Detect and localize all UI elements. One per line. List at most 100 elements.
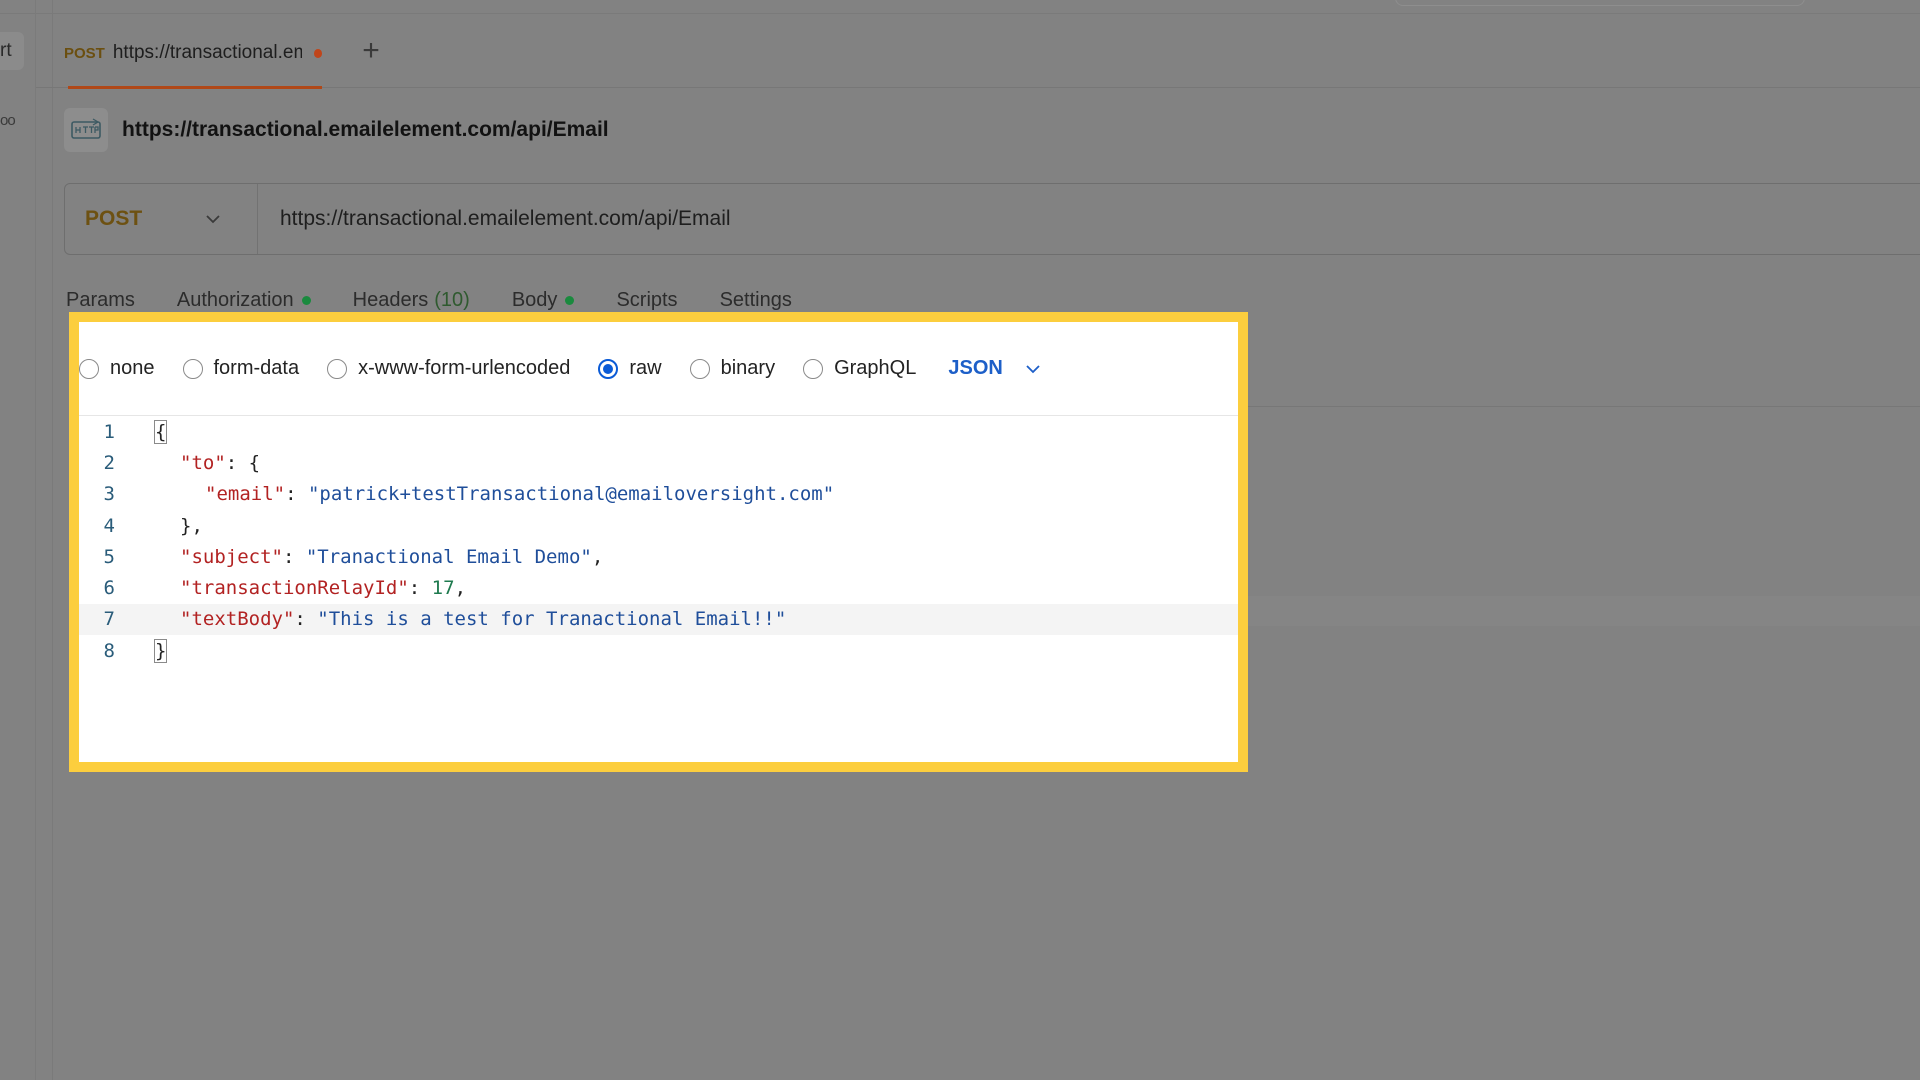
code-text: }: [135, 638, 168, 663]
url-input[interactable]: [258, 207, 1858, 231]
radio-raw[interactable]: [598, 358, 619, 379]
body-editor-highlight: none form-data x-www-form-urlencoded raw…: [69, 312, 1248, 772]
tab-scripts[interactable]: Scripts: [616, 289, 677, 312]
tab-url-label: https://transactional.emailelement.com/a…: [112, 42, 302, 63]
tab-headers-label: Headers: [352, 288, 429, 311]
tab-params[interactable]: Params: [66, 289, 135, 312]
previous-tab-fragment[interactable]: rt: [0, 32, 24, 70]
json-string: "Tranactional Email Demo": [305, 545, 592, 568]
matched-brace: {: [153, 419, 168, 444]
request-tab-strip: POST https://transactional.emailelement.…: [36, 18, 1920, 89]
json-punct: :: [408, 577, 432, 600]
body-mode-none-label: none: [110, 357, 155, 379]
code-text: },: [135, 515, 203, 537]
json-punct: },: [180, 514, 203, 537]
radio-graphql[interactable]: [803, 358, 824, 379]
tab-headers[interactable]: Headers (10): [353, 289, 470, 312]
line-number: 4: [103, 514, 115, 537]
tab-method-label: POST: [64, 44, 105, 62]
code-text: "email": "patrick+testTransactional@emai…: [135, 483, 834, 505]
tab-authorization[interactable]: Authorization: [177, 289, 311, 312]
body-mode-selector: none form-data x-www-form-urlencoded raw…: [79, 322, 1238, 416]
body-mode-graphql-label: GraphQL: [834, 357, 917, 379]
method-label: POST: [85, 207, 143, 230]
http-request-icon: [64, 108, 108, 152]
line-number: 1: [103, 420, 115, 443]
code-line: 1 {: [79, 416, 1238, 447]
unsaved-changes-dot: [313, 48, 322, 58]
tab-authorization-label: Authorization: [176, 288, 294, 311]
more-options-icon[interactable]: oo: [0, 112, 16, 129]
code-line: 5 "subject": "Tranactional Email Demo",: [79, 541, 1238, 572]
json-punct: :: [282, 545, 306, 568]
json-string: "This is a test for Tranactional Email!!…: [317, 608, 787, 631]
json-key: "transactionRelayId": [180, 577, 409, 600]
body-mode-form-data[interactable]: form-data: [182, 357, 300, 380]
json-punct: : {: [225, 451, 261, 474]
json-key: "to": [180, 451, 226, 474]
top-strip: [0, 0, 1920, 14]
body-mode-graphql[interactable]: GraphQL: [803, 357, 916, 380]
code-line: 4 },: [79, 510, 1238, 541]
code-text: "subject": "Tranactional Email Demo",: [135, 546, 603, 568]
body-mode-raw-label: raw: [629, 357, 662, 379]
line-number: 7: [103, 608, 115, 631]
radio-binary[interactable]: [689, 358, 710, 379]
json-key: "email": [205, 483, 286, 506]
code-editor[interactable]: 1 { 2 "to": { 3 "email": "patrick+testTr…: [79, 416, 1238, 666]
sidebar-divider: [52, 0, 53, 1080]
code-line: 3 "email": "patrick+testTransactional@em…: [79, 479, 1238, 510]
url-bar: POST: [64, 183, 1920, 255]
auth-status-dot: [301, 295, 311, 305]
body-language-label: JSON: [948, 357, 1003, 379]
code-line-current: 7 "textBody": "This is a test for Tranac…: [79, 603, 1238, 636]
headers-count-badge: (10): [434, 288, 470, 311]
previous-tab-label: rt: [0, 40, 12, 61]
json-punct: ,: [591, 545, 604, 568]
current-line-highlight-extension: [1246, 596, 1920, 626]
matched-brace: }: [153, 638, 168, 663]
json-number: 17: [431, 577, 455, 600]
radio-form-data[interactable]: [182, 358, 203, 379]
line-number: 2: [103, 451, 115, 474]
tab-body-label: Body: [511, 288, 558, 311]
code-text: "transactionRelayId": 17,: [135, 577, 466, 599]
chevron-down-icon: [206, 215, 220, 224]
json-string: "patrick+testTransactional@emailoversigh…: [307, 483, 835, 506]
code-line: 6 "transactionRelayId": 17,: [79, 572, 1238, 603]
body-language-dropdown[interactable]: JSON: [948, 357, 1040, 380]
body-status-dot: [565, 295, 575, 305]
tab-body[interactable]: Body: [511, 288, 575, 326]
code-text: "to": {: [135, 452, 260, 474]
body-mode-form-data-label: form-data: [213, 357, 300, 379]
json-punct: :: [294, 608, 318, 631]
line-number: 3: [103, 483, 115, 506]
tab-settings[interactable]: Settings: [720, 289, 792, 312]
radio-urlencoded[interactable]: [327, 358, 348, 379]
body-mode-raw[interactable]: raw: [598, 357, 662, 380]
method-dropdown[interactable]: POST: [65, 184, 258, 254]
line-number: 6: [103, 577, 115, 600]
new-tab-button[interactable]: +: [354, 34, 388, 68]
chevron-down-icon: [1026, 364, 1040, 373]
radio-none[interactable]: [79, 358, 99, 379]
json-punct: ,: [454, 577, 467, 600]
json-key: "textBody": [180, 608, 295, 631]
code-line: 2 "to": {: [79, 447, 1238, 478]
code-text: {: [135, 419, 168, 444]
body-mode-none[interactable]: none: [79, 357, 155, 380]
body-mode-binary[interactable]: binary: [689, 357, 776, 380]
search-bar-edge[interactable]: [1395, 0, 1805, 6]
left-rail: rt oo: [0, 0, 36, 1080]
body-mode-binary-label: binary: [720, 357, 776, 379]
json-key: "subject": [180, 545, 283, 568]
request-title-row: https://transactional.emailelement.com/a…: [64, 108, 609, 152]
line-number: 5: [103, 545, 115, 568]
line-number: 8: [103, 639, 115, 662]
plus-icon: +: [362, 34, 380, 67]
tab-params-label: Params: [66, 288, 135, 311]
code-line: 8 }: [79, 635, 1238, 666]
request-title[interactable]: https://transactional.emailelement.com/a…: [122, 118, 609, 142]
request-tab[interactable]: POST https://transactional.emailelement.…: [52, 18, 322, 89]
body-mode-urlencoded[interactable]: x-www-form-urlencoded: [327, 357, 570, 380]
